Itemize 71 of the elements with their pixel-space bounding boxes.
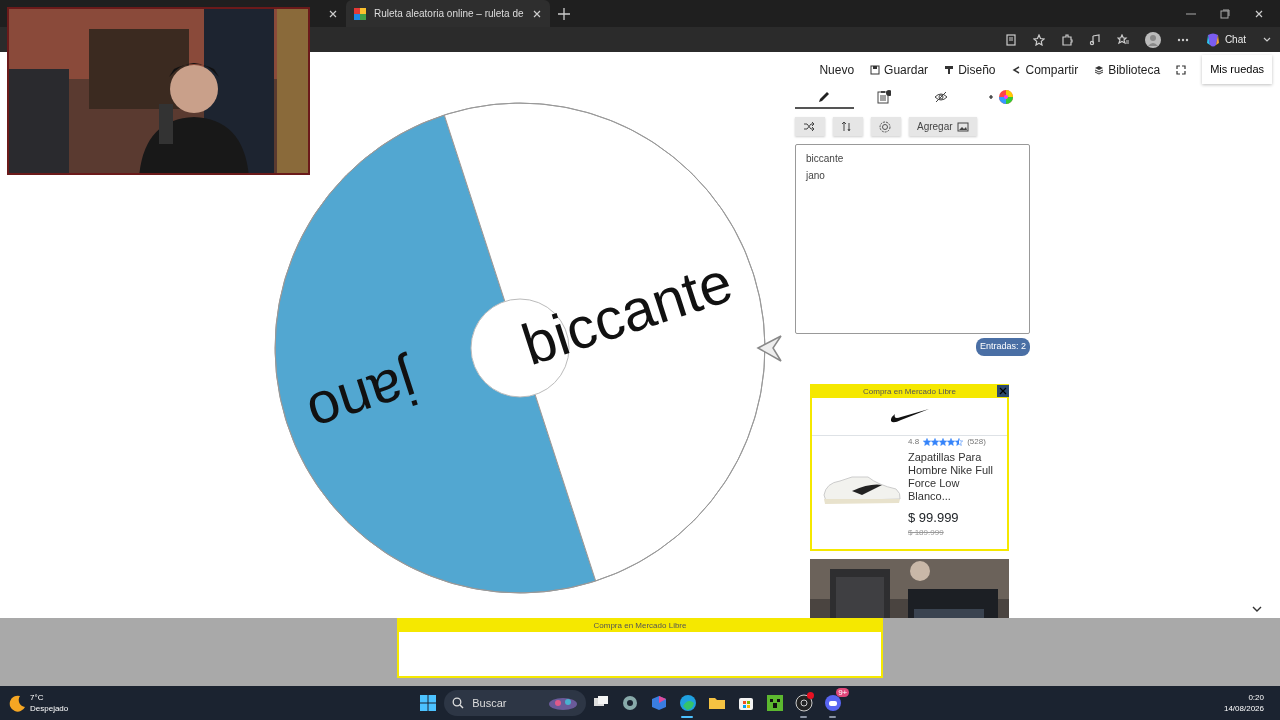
alert-dot (807, 692, 815, 699)
wheel-label: jano (300, 351, 425, 448)
save-icon (870, 64, 881, 75)
wheel-label: biccante (514, 248, 740, 378)
search-field[interactable]: Buscar (444, 690, 587, 716)
restore-icon[interactable] (1220, 8, 1230, 19)
copilot-icon (1204, 31, 1221, 48)
windows-icon[interactable] (420, 695, 437, 711)
temperature: 7°C (30, 692, 45, 703)
pencil-icon (816, 90, 832, 104)
close-icon[interactable] (328, 8, 338, 19)
menu-link[interactable]: Compartir (1011, 60, 1079, 79)
avatar-icon[interactable] (1144, 31, 1161, 48)
star-icon[interactable] (1032, 33, 1045, 46)
moon-icon[interactable] (8, 694, 26, 712)
chat-app-icon[interactable] (823, 694, 842, 712)
eye-slash-icon (934, 90, 950, 104)
clock-date: 14/08/2026 (1223, 703, 1264, 714)
shuffle-icon (803, 120, 815, 133)
browser-icon[interactable] (678, 694, 697, 712)
spin-wheel[interactable] (274, 102, 766, 594)
review-count: (528) (967, 435, 986, 448)
media-icon[interactable] (1088, 33, 1101, 46)
menu-link[interactable]: Nuevo (819, 60, 855, 79)
product-title[interactable]: Zapatillas Para Hombre Nike Full Force Low Blanco... (908, 450, 1004, 503)
running-indicator (681, 716, 694, 718)
fullscreen-icon[interactable] (1176, 64, 1187, 75)
chat-button[interactable]: Chat (1204, 31, 1246, 48)
menu-link[interactable]: Diseño (944, 60, 996, 79)
close-icon[interactable] (1254, 8, 1264, 19)
shuffle-button[interactable] (795, 117, 825, 136)
chevron-down-icon[interactable] (1252, 606, 1262, 614)
entries-count: Entradas: 2 (975, 338, 1030, 356)
rating-value: 4.8 (908, 435, 920, 448)
ad-header: Compra en Mercado Libre (593, 620, 687, 632)
swoosh-logo (890, 409, 929, 423)
close-icon (999, 386, 1007, 395)
reader-icon[interactable] (1004, 33, 1017, 46)
pointer-icon (756, 335, 782, 362)
share-icon (1011, 64, 1022, 75)
my-wheels-button[interactable]: Mis ruedas (1202, 55, 1272, 84)
running-indicator (829, 716, 837, 718)
layers-icon (1094, 64, 1105, 75)
new-tab-icon[interactable] (557, 7, 570, 20)
extension-icon[interactable] (1060, 33, 1073, 46)
ad-header: Compra en Mercado Libre (863, 385, 956, 398)
clipboard-icon (875, 90, 891, 104)
entries-field[interactable]: biccante jano (795, 144, 1030, 334)
old-price: $ 189.999 (908, 527, 945, 539)
sort-icon (841, 120, 853, 133)
browser-tab[interactable]: Ruleta aleatoria online – ruleta de (346, 0, 550, 27)
doodle-icon (548, 695, 579, 711)
product-price: $ 99.999 (908, 508, 960, 527)
settings-button[interactable] (871, 117, 901, 136)
menu-link[interactable]: Biblioteca (1094, 60, 1161, 79)
paint-roller-icon (944, 64, 955, 75)
menu-link[interactable]: Guardar (870, 60, 929, 79)
image-icon (956, 120, 969, 133)
favorites-icon[interactable] (1116, 33, 1129, 46)
close-icon[interactable] (531, 8, 542, 19)
weather-text: Despejado (30, 703, 69, 714)
notification-badge: 9+ (836, 688, 850, 697)
color-wheel-icon (987, 90, 1014, 104)
add-button[interactable]: Agregar (909, 117, 977, 136)
recorder-icon[interactable] (794, 694, 813, 712)
search-icon (452, 697, 465, 709)
site-icon (354, 7, 366, 20)
close-button[interactable] (997, 384, 1009, 397)
running-indicator (800, 716, 808, 718)
clock-time: 0:20 (1248, 692, 1264, 703)
creeper-icon[interactable] (765, 694, 784, 712)
